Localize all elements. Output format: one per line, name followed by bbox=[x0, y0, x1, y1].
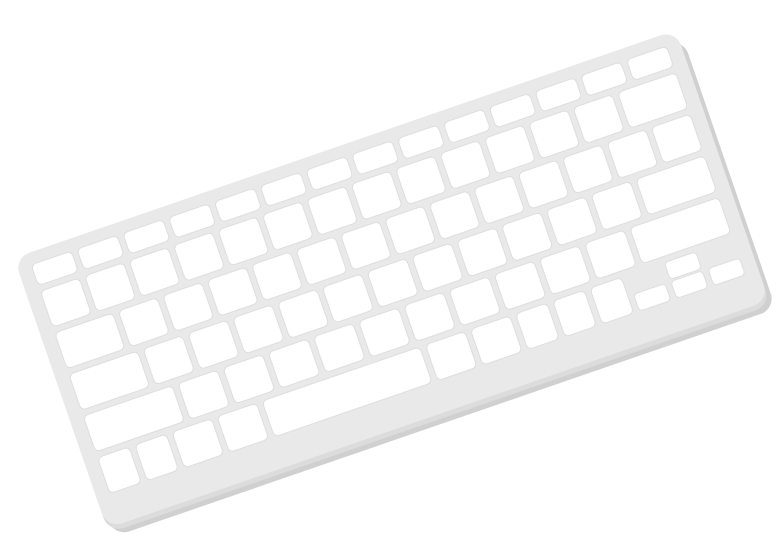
keyboard bbox=[18, 34, 772, 533]
keyboard-body bbox=[18, 34, 772, 533]
keyboard-illustration bbox=[18, 34, 772, 533]
